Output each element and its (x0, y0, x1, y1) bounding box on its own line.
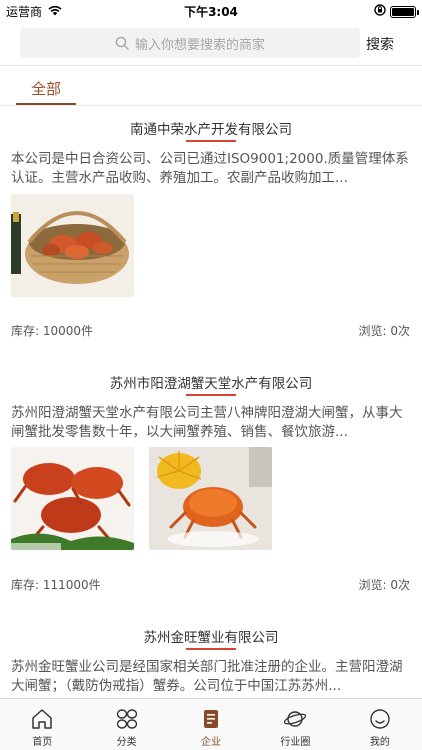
profile-icon (370, 709, 390, 729)
company-description: 苏州阳澄湖蟹天堂水产有限公司主营八神牌阳澄湖大闸蟹，从事大闸蟹批发零售数十年，以… (11, 405, 403, 440)
tab-category[interactable]: 分类 (84, 699, 168, 750)
company-description: 本公司是中日合资公司、公司已通过ISO9001;2000.质量管理体系认证。主营… (11, 151, 409, 186)
bottom-tabbar: 首页 分类 企业 行业圈 我的 (0, 698, 422, 750)
views-label: 浏览: 0次 (358, 324, 411, 338)
title-underline (186, 140, 236, 142)
company-name: 苏州金旺蟹业有限公司 (143, 630, 279, 646)
tab-label: 行业圈 (280, 737, 311, 748)
search-placeholder: 输入你想要搜索的商家 (134, 37, 265, 53)
title-underline (186, 648, 236, 650)
tab-company[interactable]: 企业 (169, 699, 253, 750)
category-icon (116, 709, 137, 729)
status-bar: 运营商 下午3:04 (0, 0, 422, 22)
rotation-lock-icon (374, 4, 386, 19)
tab-label: 分类 (116, 737, 137, 748)
tab-label: 我的 (369, 737, 390, 748)
tab-label: 首页 (32, 737, 53, 748)
home-icon (32, 709, 52, 729)
status-time: 下午3:04 (184, 5, 238, 19)
stock-label: 库存: 111000件 (11, 578, 101, 592)
search-button[interactable]: 搜索 (366, 34, 394, 54)
views-label: 浏览: 0次 (358, 578, 411, 592)
status-right (374, 4, 419, 19)
search-icon (115, 36, 129, 50)
company-list: 南通中荣水产开发有限公司 本公司是中日合资公司、公司已通过ISO9001;200… (0, 106, 422, 698)
tab-home[interactable]: 首页 (0, 699, 84, 750)
company-name: 苏州市阳澄湖蟹天堂水产有限公司 (109, 376, 313, 392)
company-image[interactable] (149, 447, 272, 550)
company-description: 苏州金旺蟹业公司是经国家相关部门批准注册的企业。主营阳澄湖大闸蟹；（戴防伪戒指）… (11, 659, 403, 694)
company-card[interactable]: 苏州金旺蟹业有限公司 苏州金旺蟹业公司是经国家相关部门批准注册的企业。主营阳澄湖… (0, 614, 422, 698)
title-underline (186, 394, 236, 396)
cooked-crabs-photo (11, 447, 134, 550)
planet-icon (284, 711, 307, 727)
battery-icon (390, 5, 419, 18)
search-bar: 输入你想要搜索的商家 搜索 (0, 22, 422, 66)
stock-label: 库存: 10000件 (11, 324, 94, 338)
company-image[interactable] (11, 447, 134, 550)
company-name: 南通中荣水产开发有限公司 (130, 122, 292, 138)
search-input[interactable]: 输入你想要搜索的商家 (20, 28, 360, 58)
crab-with-flower-photo (149, 447, 272, 550)
tab-label: 企业 (201, 737, 222, 748)
company-card[interactable]: 苏州市阳澄湖蟹天堂水产有限公司 苏州阳澄湖蟹天堂水产有限公司主营八神牌阳澄湖大闸… (0, 360, 422, 614)
tab-industry-circle[interactable]: 行业圈 (253, 699, 337, 750)
crab-basket-photo (11, 194, 134, 297)
company-image[interactable] (11, 194, 134, 297)
company-icon (204, 710, 219, 728)
company-card[interactable]: 南通中荣水产开发有限公司 本公司是中日合资公司、公司已通过ISO9001;200… (0, 106, 422, 366)
tab-profile[interactable]: 我的 (338, 699, 422, 750)
